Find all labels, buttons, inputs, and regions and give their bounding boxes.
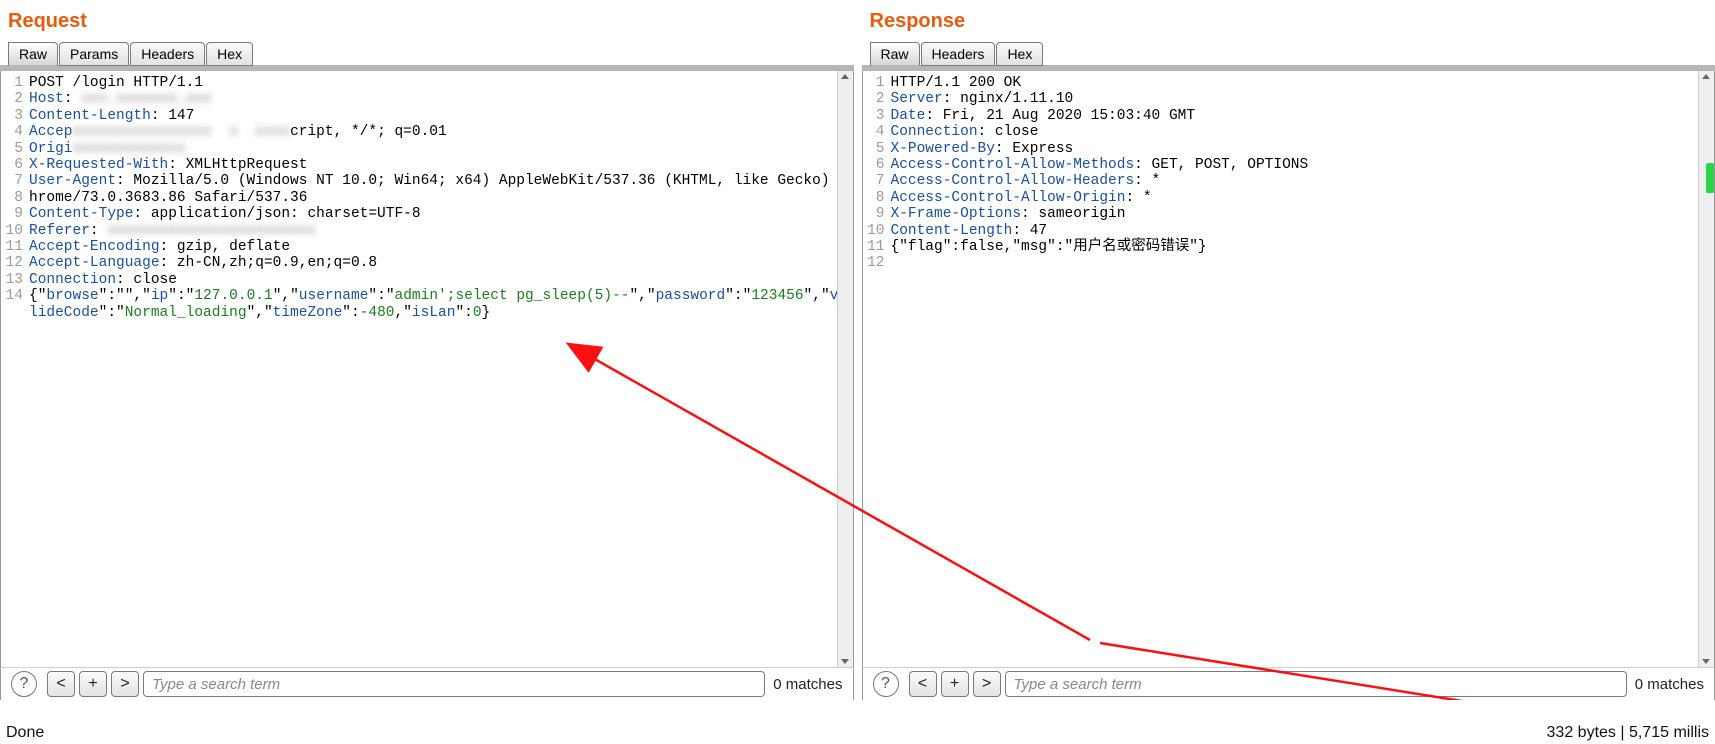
response-editor[interactable]: 123456789101112 HTTP/1.1 200 OKServer: n… [862,71,1715,667]
tab-headers[interactable]: Headers [130,42,205,66]
response-search-input[interactable] [1005,671,1627,697]
request-tabs: RawParamsHeadersHex [0,39,854,71]
code-line[interactable]: X-Frame-Options: sameorigin [891,206,1713,222]
response-title: Response [862,0,1715,39]
pane-divider[interactable] [854,0,862,700]
tab-params[interactable]: Params [59,42,129,66]
prev-match-button[interactable]: < [47,671,75,697]
response-scrollbar[interactable] [1698,71,1714,667]
code-line[interactable]: Connection: close [891,124,1713,140]
code-line[interactable]: Origixxxxxxxxxxxxx [29,141,851,157]
request-searchbar: ? < + > 0 matches [0,667,854,700]
response-match-count: 0 matches [1635,676,1704,693]
request-title: Request [0,0,854,39]
request-search-input[interactable] [143,671,765,697]
status-left: Done [6,724,44,742]
code-line[interactable]: Content-Length: 47 [891,223,1713,239]
tab-headers[interactable]: Headers [921,42,996,66]
code-line[interactable]: Access-Control-Allow-Headers: * [891,173,1713,189]
code-line[interactable]: Accept-Encoding: gzip, deflate [29,239,851,255]
code-line[interactable]: Server: nginx/1.11.10 [891,91,1713,107]
response-gutter: 123456789101112 [863,71,889,667]
status-bar: Done 332 bytes | 5,715 millis [0,722,1715,744]
response-tabs: RawHeadersHex [862,39,1715,71]
response-searchbar: ? < + > 0 matches [862,667,1715,700]
help-icon[interactable]: ? [11,671,37,697]
code-line[interactable]: Accepxxxxxxxxxxxxxxxx x xxxxcript, */*; … [29,124,851,140]
code-line[interactable]: X-Powered-By: Express [891,141,1713,157]
code-line[interactable]: Referer: xxxxxxxxxxxxxxxxxxxxxxxx [29,223,851,239]
code-line[interactable]: {"browse":"","ip":"127.0.0.1","username"… [29,288,851,321]
response-code[interactable]: HTTP/1.1 200 OKServer: nginx/1.11.10Date… [889,71,1715,667]
tab-raw[interactable]: Raw [8,42,58,66]
code-line[interactable]: Date: Fri, 21 Aug 2020 15:03:40 GMT [891,108,1713,124]
code-line[interactable]: {"flag":false,"msg":"用户名或密码错误"} [891,239,1713,255]
request-code[interactable]: POST /login HTTP/1.1 Host: xxx.xxxxxxx.x… [27,71,853,667]
request-match-count: 0 matches [773,676,842,693]
tab-hex[interactable]: Hex [996,42,1043,66]
response-highlight-marker [1706,163,1714,193]
add-button[interactable]: + [79,671,107,697]
code-line[interactable]: Accept-Language: zh-CN,zh;q=0.9,en;q=0.8 [29,255,851,271]
next-match-button[interactable]: > [973,671,1001,697]
code-line[interactable]: Access-Control-Allow-Methods: GET, POST,… [891,157,1713,173]
next-match-button[interactable]: > [111,671,139,697]
code-line[interactable]: Access-Control-Allow-Origin: * [891,190,1713,206]
help-icon[interactable]: ? [873,671,899,697]
code-line[interactable]: Content-Type: application/json: charset=… [29,206,851,222]
code-line[interactable]: HTTP/1.1 200 OK [891,75,1713,91]
prev-match-button[interactable]: < [909,671,937,697]
code-line[interactable]: User-Agent: Mozilla/5.0 (Windows NT 10.0… [29,173,851,206]
code-line[interactable]: Connection: close [29,272,851,288]
status-right: 332 bytes | 5,715 millis [1547,724,1709,742]
code-line[interactable]: X-Requested-With: XMLHttpRequest [29,157,851,173]
tab-hex[interactable]: Hex [206,42,253,66]
code-line[interactable]: Host: xxx.xxxxxxx.xxx [29,91,851,107]
code-line[interactable]: POST /login HTTP/1.1 [29,75,851,91]
request-pane: Request RawParamsHeadersHex 123456789101… [0,0,854,700]
code-line[interactable]: Content-Length: 147 [29,108,851,124]
tab-raw[interactable]: Raw [870,42,920,66]
add-button[interactable]: + [941,671,969,697]
response-pane: Response RawHeadersHex 123456789101112 H… [862,0,1715,700]
request-gutter: 1234567891011121314 [1,71,27,667]
request-editor[interactable]: 1234567891011121314 POST /login HTTP/1.1… [0,71,854,667]
request-scrollbar[interactable] [837,71,853,667]
